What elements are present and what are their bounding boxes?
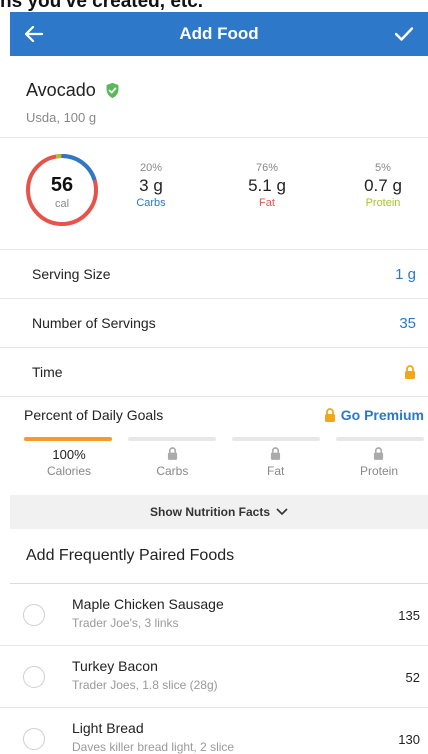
macro-label: Protein xyxy=(365,197,401,209)
food-name-row: Avocado xyxy=(26,80,121,101)
select-radio[interactable] xyxy=(23,728,45,750)
back-button[interactable] xyxy=(10,12,58,56)
chevron-down-icon xyxy=(276,508,288,516)
lock-icon xyxy=(167,447,177,460)
goal-progress-bars xyxy=(24,437,424,441)
goal-bar-carbs xyxy=(128,437,216,441)
lock-icon xyxy=(405,365,415,379)
goal-label: Protein xyxy=(359,464,398,478)
daily-goals: Percent of Daily Goals Go Premium 100% C… xyxy=(0,397,428,495)
servings-row[interactable]: Number of Servings 35 xyxy=(0,299,428,348)
show-facts-label: Show Nutrition Facts xyxy=(150,505,270,519)
paired-foods-title: Add Frequently Paired Foods xyxy=(26,547,235,564)
goal-value: 100% xyxy=(52,447,86,462)
arrow-left-icon xyxy=(25,26,43,42)
goal-bar-calories xyxy=(24,437,112,441)
goal-label: Fat xyxy=(266,464,285,478)
goal-values: 100% Calories Carbs Fat Protein xyxy=(24,447,424,478)
goal-carbs: Carbs xyxy=(127,447,217,478)
macro-fat: 76% 5.1 g Fat xyxy=(222,162,312,209)
paired-food-detail: Trader Joe's, 3 links xyxy=(72,616,179,630)
food-source: Usda, 100 g xyxy=(26,110,97,125)
goal-label: Calories xyxy=(46,464,91,478)
servings-value[interactable]: 35 xyxy=(399,315,416,332)
paired-food-item[interactable]: Maple Chicken Sausage Trader Joe's, 3 li… xyxy=(0,584,428,646)
macro-percent: 20% xyxy=(139,162,163,174)
serving-size-label: Serving Size xyxy=(32,266,111,282)
select-radio[interactable] xyxy=(23,666,45,688)
macro-label: Fat xyxy=(259,197,275,209)
paired-food-item[interactable]: Turkey Bacon Trader Joes, 1.8 slice (28g… xyxy=(0,646,428,708)
paired-food-calories: 130 xyxy=(398,732,420,747)
goal-bar-fat xyxy=(232,437,320,441)
goal-label: Carbs xyxy=(156,464,189,478)
goal-fat: Fat xyxy=(231,447,321,478)
paired-food-name: Maple Chicken Sausage xyxy=(72,596,224,612)
lock-icon xyxy=(374,447,384,460)
serving-size-row[interactable]: Serving Size 1 g xyxy=(0,250,428,299)
lock-icon xyxy=(271,447,281,460)
paired-food-name: Turkey Bacon xyxy=(72,658,158,674)
lock-icon xyxy=(324,408,335,422)
verified-badge-icon xyxy=(106,82,119,99)
paired-food-item[interactable]: Light Bread Daves killer bread light, 2 … xyxy=(0,708,428,754)
goal-lock xyxy=(127,447,217,463)
goal-lock xyxy=(334,447,424,463)
paired-food-name: Light Bread xyxy=(72,720,144,736)
food-header: Avocado Usda, 100 g xyxy=(0,56,428,138)
servings-label: Number of Servings xyxy=(32,315,156,331)
calorie-unit: cal xyxy=(54,198,70,210)
paired-food-detail: Trader Joes, 1.8 slice (28g) xyxy=(72,678,218,692)
paired-food-calories: 135 xyxy=(398,608,420,623)
go-premium-label: Go Premium xyxy=(340,407,424,423)
goals-title: Percent of Daily Goals xyxy=(24,407,164,423)
macro-carbs: 20% 3 g Carbs xyxy=(106,162,196,209)
macro-amount: 3 g xyxy=(139,176,163,195)
status-strip-text: ns you've created, etc. xyxy=(0,0,204,12)
macro-amount: 0.7 g xyxy=(364,176,402,195)
time-label: Time xyxy=(32,364,63,380)
macro-summary: 56 cal 20% 3 g Carbs 76% 5.1 g Fat 5% 0.… xyxy=(0,138,428,250)
macro-percent: 5% xyxy=(375,162,391,174)
macro-percent: 76% xyxy=(255,162,279,174)
select-radio[interactable] xyxy=(23,604,45,626)
status-strip: ns you've created, etc. xyxy=(0,0,428,12)
goals-header: Percent of Daily Goals Go Premium xyxy=(24,407,424,423)
macro-label: Carbs xyxy=(136,197,166,209)
time-row[interactable]: Time xyxy=(0,348,428,397)
macro-amount: 5.1 g xyxy=(248,176,286,195)
page-title: Add Food xyxy=(179,24,259,43)
app-bar: Add Food xyxy=(10,12,428,56)
paired-food-detail: Daves killer bread light, 2 slice xyxy=(72,740,235,754)
go-premium-link[interactable]: Go Premium xyxy=(324,407,424,423)
food-name: Avocado xyxy=(26,80,96,100)
goal-bar-fill xyxy=(24,437,112,441)
serving-size-value[interactable]: 1 g xyxy=(395,266,416,283)
checkmark-icon xyxy=(395,27,413,41)
paired-food-calories: 52 xyxy=(405,670,420,685)
calorie-value: 56 xyxy=(50,174,74,196)
confirm-button[interactable] xyxy=(380,12,428,56)
goal-calories: 100% Calories xyxy=(24,447,114,478)
show-nutrition-facts-button[interactable]: Show Nutrition Facts xyxy=(10,495,428,529)
goal-lock xyxy=(231,447,321,463)
goal-bar-protein xyxy=(336,437,424,441)
macro-protein: 5% 0.7 g Protein xyxy=(338,162,428,209)
goal-protein: Protein xyxy=(334,447,424,478)
